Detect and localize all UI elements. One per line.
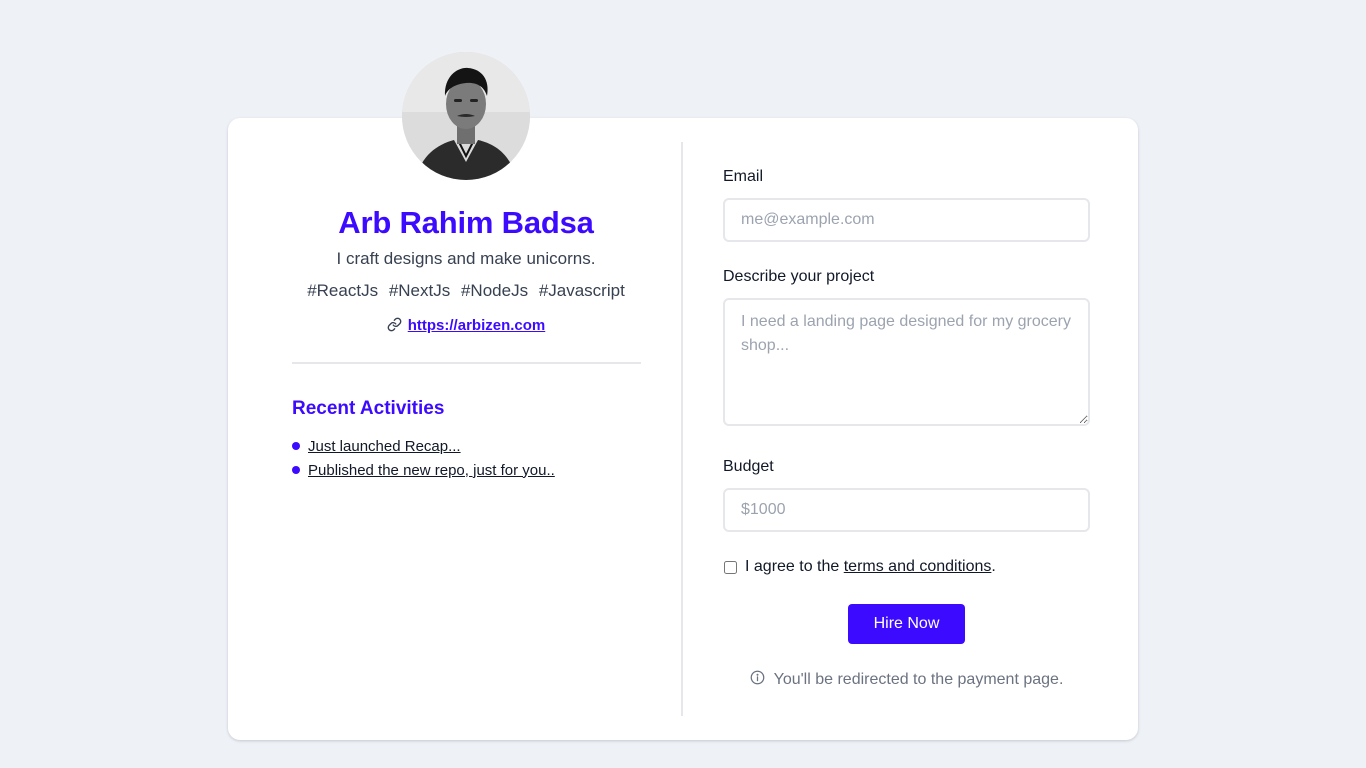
profile-tagline: I craft designs and make unicorns. xyxy=(336,249,596,268)
website-link[interactable]: https://arbizen.com xyxy=(408,317,546,334)
skill-tags: #ReactJs #NextJs #NodeJs #Javascript xyxy=(228,281,704,301)
terms-link[interactable]: terms and conditions xyxy=(844,558,992,576)
avatar xyxy=(402,52,530,180)
email-field[interactable] xyxy=(723,198,1090,242)
tag-nodejs: #NodeJs xyxy=(460,281,529,300)
redirect-note-text: You'll be redirected to the payment page… xyxy=(773,671,1064,688)
section-divider xyxy=(292,362,641,364)
link-icon xyxy=(387,317,402,336)
recent-activities-title: Recent Activities xyxy=(292,398,445,419)
terms-checkbox[interactable] xyxy=(724,560,737,574)
tag-reactjs: #ReactJs xyxy=(307,281,379,300)
redirect-note: You'll be redirected to the payment page… xyxy=(723,670,1090,690)
tag-javascript: #Javascript xyxy=(538,281,625,300)
terms-agreement: I agree to the terms and conditions. xyxy=(723,558,996,576)
project-description-field[interactable] xyxy=(723,298,1090,426)
profile-name: Arb Rahim Badsa xyxy=(338,205,594,240)
terms-prefix: I agree to the xyxy=(745,558,844,575)
budget-label: Budget xyxy=(723,458,774,475)
list-item: Just launched Recap... xyxy=(292,434,555,458)
list-item: Published the new repo, just for you.. xyxy=(292,458,555,482)
budget-field[interactable] xyxy=(723,488,1090,532)
activities-list: Just launched Recap... Published the new… xyxy=(292,434,555,482)
project-label: Describe your project xyxy=(723,268,875,285)
tag-nextjs: #NextJs xyxy=(388,281,451,300)
bullet-icon xyxy=(292,466,300,474)
info-icon xyxy=(750,670,765,690)
profile-photo-icon xyxy=(402,52,530,180)
hire-now-button[interactable]: Hire Now xyxy=(848,604,965,644)
activity-link[interactable]: Published the new repo, just for you.. xyxy=(308,462,555,479)
terms-suffix: . xyxy=(991,558,996,575)
activity-link[interactable]: Just launched Recap... xyxy=(308,438,461,455)
email-label: Email xyxy=(723,168,764,185)
website-row: https://arbizen.com xyxy=(228,317,704,336)
bullet-icon xyxy=(292,442,300,450)
